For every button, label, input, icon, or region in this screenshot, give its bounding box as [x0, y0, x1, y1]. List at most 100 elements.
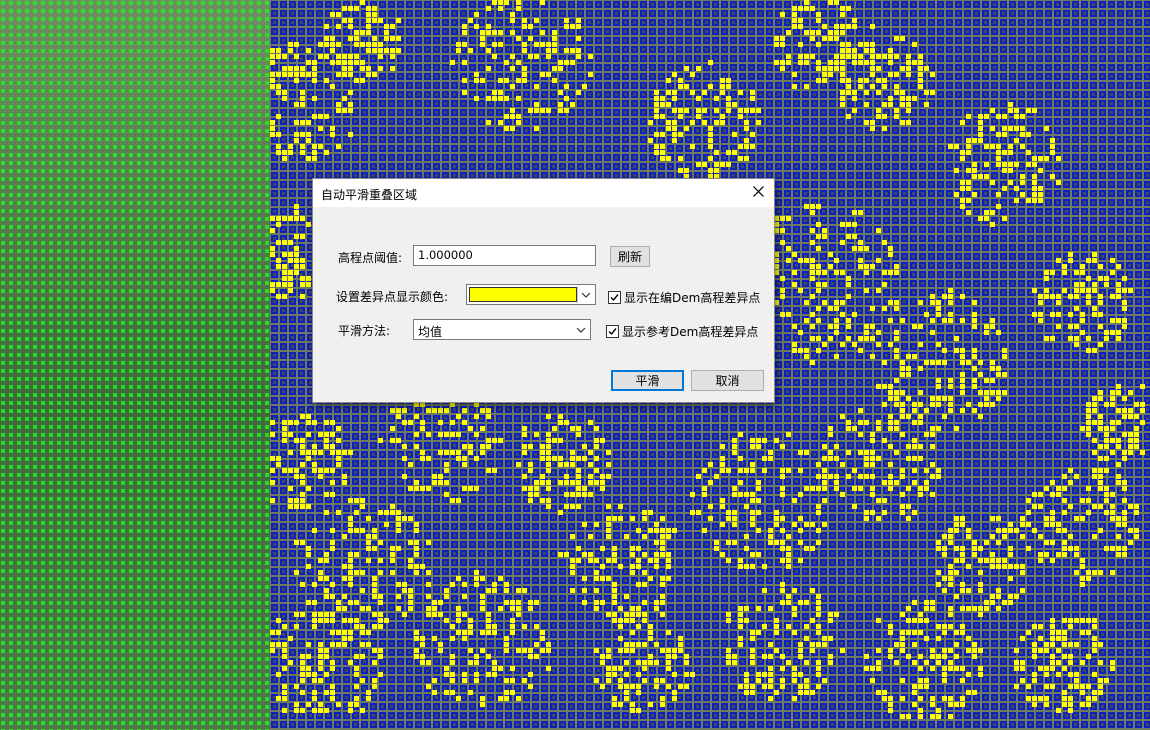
diff-point [840, 48, 845, 53]
diff-point [1020, 180, 1025, 185]
close-icon [752, 186, 764, 200]
diff-point [828, 450, 833, 455]
diff-point [1122, 486, 1127, 491]
diff-point [834, 486, 839, 491]
diff-point [474, 72, 479, 77]
diff-point [288, 240, 293, 245]
diff-point [612, 702, 617, 707]
diff-point [1050, 294, 1055, 299]
diff-point [546, 462, 551, 467]
diff-point [336, 438, 341, 443]
diff-point [900, 402, 905, 407]
diff-point [1092, 642, 1097, 647]
diff-point [462, 612, 467, 617]
diff-point [666, 156, 671, 161]
diff-point [348, 570, 353, 575]
diff-point [924, 408, 929, 413]
diff-point [1020, 660, 1025, 665]
show-editing-dem-checkbox[interactable]: 显示在编Dem高程差异点 [608, 289, 760, 306]
diff-point [900, 390, 905, 395]
diff-point [1062, 528, 1067, 533]
diff-point [876, 420, 881, 425]
cancel-button[interactable]: 取消 [691, 370, 764, 391]
diff-point [360, 528, 365, 533]
diff-point [1074, 642, 1079, 647]
diff-point [822, 486, 827, 491]
diff-point [876, 666, 881, 671]
diff-point [594, 588, 599, 593]
diff-point [1056, 312, 1061, 317]
diff-point [378, 18, 383, 23]
diff-point [690, 672, 695, 677]
refresh-button[interactable]: 刷新 [610, 246, 650, 267]
check-icon [610, 291, 619, 305]
diff-point [564, 504, 569, 509]
diff-point [402, 474, 407, 479]
diff-point [360, 66, 365, 71]
diff-point [474, 414, 479, 419]
diff-point [270, 480, 275, 485]
diff-point [1128, 414, 1133, 419]
diff-point [558, 90, 563, 95]
diff-point [792, 588, 797, 593]
diff-point [780, 684, 785, 689]
diff-point [798, 492, 803, 497]
smoothing-method-select[interactable]: 均值 [413, 319, 591, 340]
diff-point [636, 564, 641, 569]
show-reference-dem-checkbox[interactable]: 显示参考Dem高程差异点 [606, 323, 758, 340]
diff-point [780, 36, 785, 41]
diff-point [390, 558, 395, 563]
diff-point [528, 606, 533, 611]
diff-point [978, 402, 983, 407]
diff-point [1068, 660, 1073, 665]
diff-point [846, 426, 851, 431]
diff-point [636, 672, 641, 677]
diff-point [816, 222, 821, 227]
diff-point [804, 690, 809, 695]
diff-point [534, 642, 539, 647]
diff-point [1092, 312, 1097, 317]
diff-point [810, 54, 815, 59]
diff-point [834, 60, 839, 65]
diff-point [906, 120, 911, 125]
diff-point [594, 438, 599, 443]
diff-point [990, 108, 995, 113]
diff-point [336, 60, 341, 65]
diff-point [834, 456, 839, 461]
diff-point [870, 666, 875, 671]
dialog-titlebar[interactable]: 自动平滑重叠区域 [313, 179, 774, 207]
diff-point [972, 648, 977, 653]
diff-point [654, 552, 659, 557]
smooth-button[interactable]: 平滑 [611, 370, 684, 391]
diff-point [774, 618, 779, 623]
diff-point [678, 684, 683, 689]
diff-point [942, 546, 947, 551]
diff-point [870, 120, 875, 125]
diff-point [690, 120, 695, 125]
diff-point [612, 582, 617, 587]
diff-point [966, 186, 971, 191]
diff-color-picker[interactable] [466, 284, 596, 305]
diff-point [648, 510, 653, 515]
diff-point [1086, 498, 1091, 503]
diff-point [414, 444, 419, 449]
diff-point [720, 456, 725, 461]
diff-point [588, 480, 593, 485]
diff-point [888, 474, 893, 479]
diff-point [606, 576, 611, 581]
close-button[interactable] [742, 179, 774, 207]
diff-point [270, 252, 275, 257]
diff-point [834, 318, 839, 323]
diff-point [498, 696, 503, 701]
diff-point [294, 702, 299, 707]
diff-point [1014, 564, 1019, 569]
diff-point [378, 48, 383, 53]
elevation-threshold-input[interactable]: 1.000000 [413, 245, 596, 266]
diff-point [810, 690, 815, 695]
diff-point [1056, 648, 1061, 653]
diff-point [906, 96, 911, 101]
diff-point [840, 102, 845, 107]
diff-point [384, 618, 389, 623]
show-reference-dem-label: 显示参考Dem高程差异点 [622, 325, 759, 339]
diff-point [942, 696, 947, 701]
